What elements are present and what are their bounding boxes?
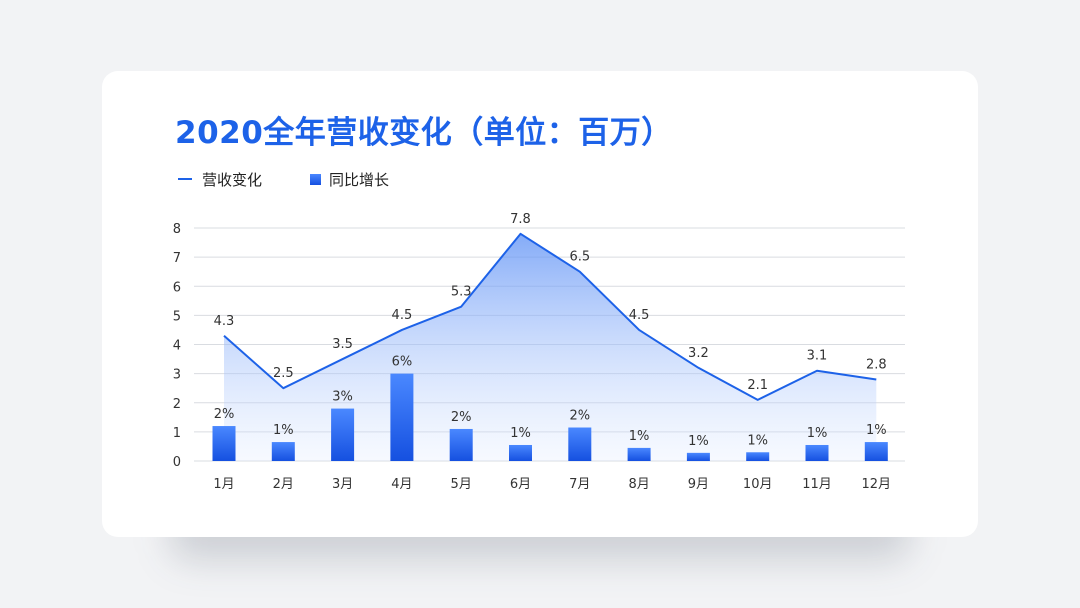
x-tick-label: 4月 — [391, 477, 412, 492]
growth-data-label: 2% — [569, 409, 590, 424]
y-tick-label: 7 — [173, 251, 181, 266]
growth-bar — [864, 442, 888, 461]
growth-data-label: 2% — [214, 407, 235, 422]
revenue-data-label: 6.5 — [569, 250, 590, 265]
y-tick-label: 0 — [173, 455, 181, 470]
growth-bar — [331, 408, 355, 461]
growth-bar — [390, 373, 414, 461]
y-tick-label: 3 — [173, 368, 181, 383]
y-tick-label: 1 — [173, 426, 181, 441]
growth-data-label: 1% — [273, 423, 294, 438]
revenue-data-label: 3.5 — [332, 337, 353, 352]
revenue-data-label: 5.3 — [451, 285, 472, 300]
y-tick-label: 4 — [173, 339, 181, 354]
y-tick-label: 6 — [173, 280, 181, 295]
x-tick-label: 1月 — [213, 477, 234, 492]
growth-data-label: 3% — [332, 390, 353, 405]
x-tick-label: 11月 — [802, 477, 832, 492]
growth-data-label: 1% — [688, 434, 709, 449]
x-tick-label: 2月 — [273, 477, 294, 492]
growth-bar — [271, 442, 295, 461]
growth-bar — [686, 452, 710, 461]
revenue-data-label: 2.1 — [747, 378, 768, 393]
x-tick-label: 8月 — [628, 477, 649, 492]
revenue-area — [224, 233, 877, 461]
y-tick-label: 5 — [173, 309, 181, 324]
x-tick-label: 3月 — [332, 477, 353, 492]
x-tick-label: 9月 — [688, 477, 709, 492]
revenue-data-label: 7.8 — [510, 212, 531, 227]
chart-plot: 0 1 2 3 4 5 6 7 8 4.3 2.5 3.5 4.5 5.3 7.8 6.5 4.5 3.2 2.1… — [173, 212, 905, 492]
revenue-data-label: 4.5 — [629, 308, 650, 323]
x-tick-label: 10月 — [743, 477, 773, 492]
revenue-data-label: 4.5 — [392, 308, 413, 323]
growth-bar — [746, 452, 770, 461]
growth-data-label: 1% — [807, 426, 828, 441]
chart-card: 2020全年营收变化（单位：百万） 营收变化 同比增长 012345678 4.… — [102, 71, 978, 537]
growth-bar — [212, 426, 236, 461]
revenue-data-label: 3.2 — [688, 346, 709, 361]
revenue-data-label: 2.8 — [866, 357, 887, 372]
growth-data-label: 1% — [866, 423, 887, 438]
x-tick-label: 7月 — [569, 477, 590, 492]
growth-data-label: 2% — [451, 410, 472, 425]
revenue-data-label: 2.5 — [273, 366, 294, 381]
area-layer — [223, 232, 877, 461]
growth-data-label: 1% — [629, 429, 650, 444]
x-tick-label: 5月 — [451, 477, 472, 492]
x-tick-label: 12月 — [862, 477, 892, 492]
revenue-data-label: 4.3 — [214, 314, 235, 329]
growth-data-label: 1% — [747, 433, 768, 448]
growth-bar — [805, 444, 829, 461]
y-tick-label: 8 — [173, 222, 181, 237]
growth-bar — [509, 444, 532, 461]
growth-bar — [627, 447, 651, 461]
growth-bar — [449, 428, 473, 461]
revenue-data-label: 3.1 — [807, 349, 828, 364]
growth-data-label: 6% — [392, 355, 413, 370]
growth-bar — [568, 427, 592, 461]
y-tick-label: 2 — [173, 397, 181, 412]
x-tick-label: 6月 — [510, 477, 531, 492]
growth-data-label: 1% — [510, 426, 531, 441]
